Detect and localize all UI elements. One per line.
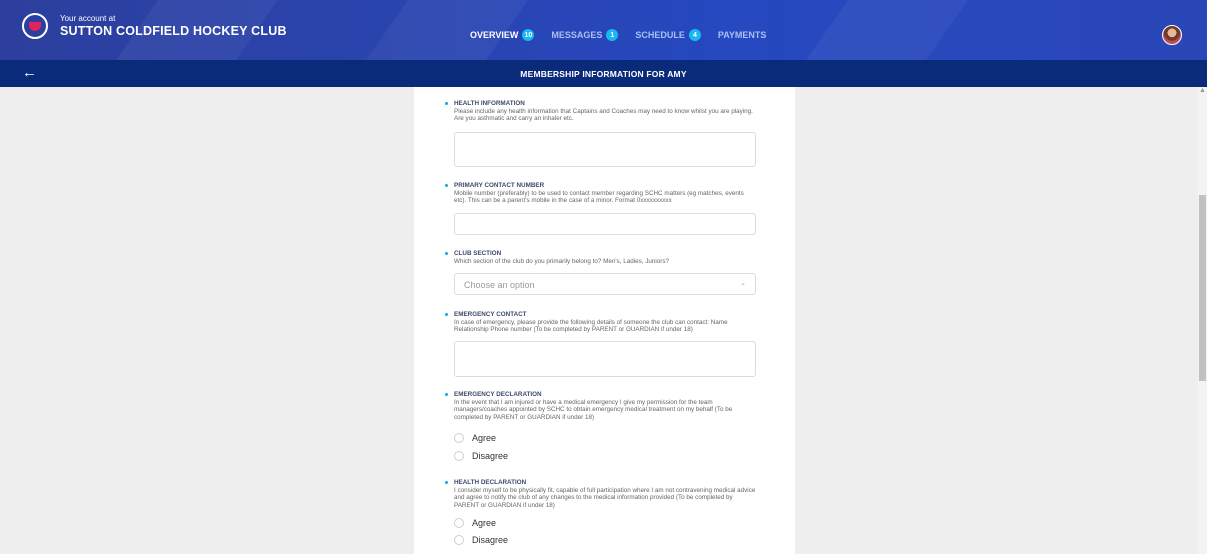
nav-schedule-label: SCHEDULE	[635, 30, 685, 40]
radio-circle	[454, 518, 464, 528]
user-avatar[interactable]	[1162, 25, 1182, 45]
top-header: Your account at SUTTON COLDFIELD HOCKEY …	[0, 0, 1207, 60]
primary-contact-label: PRIMARY CONTACT NUMBER	[445, 182, 756, 189]
health-agree-radio[interactable]: Agree	[454, 518, 496, 528]
scroll-up-icon[interactable]: ▲	[1199, 87, 1206, 94]
club-section-placeholder: Choose an option	[464, 280, 535, 290]
nav-payments-label: PAYMENTS	[717, 30, 767, 40]
main-nav: OVERVIEW 10 MESSAGES 1 SCHEDULE 4 PAYMEN…	[470, 29, 783, 41]
emergency-contact-textarea[interactable]	[454, 341, 756, 377]
radio-circle	[454, 451, 464, 461]
club-name: SUTTON COLDFIELD HOCKEY CLUB	[60, 24, 287, 38]
field-emergency-declaration: EMERGENCY DECLARATION In the event that …	[445, 391, 756, 461]
radio-circle	[454, 535, 464, 545]
nav-schedule-badge: 4	[688, 29, 701, 41]
emergency-disagree-radio[interactable]: Disagree	[454, 451, 508, 461]
nav-overview[interactable]: OVERVIEW 10	[470, 29, 535, 41]
emergency-contact-label: EMERGENCY CONTACT	[445, 311, 756, 318]
membership-form: HEALTH INFORMATION Please include any he…	[414, 87, 795, 554]
field-club-section: CLUB SECTION Which section of the club d…	[445, 250, 756, 295]
club-section-label: CLUB SECTION	[445, 250, 756, 257]
nav-messages-label: MESSAGES	[551, 30, 603, 40]
health-disagree-radio[interactable]: Disagree	[454, 535, 508, 545]
field-health-information: HEALTH INFORMATION Please include any he…	[445, 100, 756, 167]
nav-schedule[interactable]: SCHEDULE 4	[635, 29, 701, 41]
field-health-declaration: HEALTH DECLARATION I consider myself to …	[445, 479, 756, 545]
emergency-contact-description: In case of emergency, please provide the…	[454, 319, 728, 334]
health-information-description: Please include any health information th…	[454, 108, 753, 123]
chevron-down-icon: ⌄	[740, 280, 746, 287]
nav-overview-label: OVERVIEW	[470, 30, 519, 40]
primary-contact-description: Mobile number (preferably) to be used to…	[454, 190, 744, 205]
emergency-declaration-label: EMERGENCY DECLARATION	[445, 391, 756, 398]
sub-header: ← MEMBERSHIP INFORMATION FOR AMY	[0, 60, 1207, 87]
emergency-disagree-label: Disagree	[472, 451, 509, 461]
health-declaration-description: I consider myself to be physically fit, …	[454, 487, 756, 509]
page-scrollbar[interactable]: ▲	[1198, 87, 1207, 554]
primary-contact-input[interactable]	[454, 213, 756, 235]
health-information-label: HEALTH INFORMATION	[445, 100, 756, 107]
scrollbar-thumb[interactable]	[1199, 195, 1206, 381]
club-brand[interactable]: Your account at SUTTON COLDFIELD HOCKEY …	[22, 13, 287, 39]
emergency-agree-radio[interactable]: Agree	[454, 433, 496, 443]
health-disagree-label: Disagree	[472, 535, 509, 545]
field-emergency-contact: EMERGENCY CONTACT In case of emergency, …	[445, 311, 756, 377]
nav-overview-badge: 10	[522, 29, 535, 41]
radio-circle	[454, 433, 464, 443]
health-agree-label: Agree	[472, 518, 497, 528]
nav-messages[interactable]: MESSAGES 1	[551, 29, 619, 41]
page-title: MEMBERSHIP INFORMATION FOR AMY	[520, 69, 687, 79]
nav-payments[interactable]: PAYMENTS	[718, 29, 767, 41]
header-decoration	[763, 0, 997, 60]
emergency-declaration-description: In the event that I am injured or have a…	[454, 399, 733, 421]
account-label: Your account at	[60, 14, 116, 23]
emergency-agree-label: Agree	[472, 433, 497, 443]
club-section-description: Which section of the club do you primari…	[454, 258, 670, 265]
nav-messages-badge: 1	[606, 29, 619, 41]
field-primary-contact: PRIMARY CONTACT NUMBER Mobile number (pr…	[445, 182, 756, 235]
health-information-textarea[interactable]	[454, 132, 756, 167]
club-section-select[interactable]: Choose an option ⌄	[454, 273, 756, 295]
health-declaration-label: HEALTH DECLARATION	[445, 479, 756, 486]
club-crest-icon	[22, 13, 48, 39]
